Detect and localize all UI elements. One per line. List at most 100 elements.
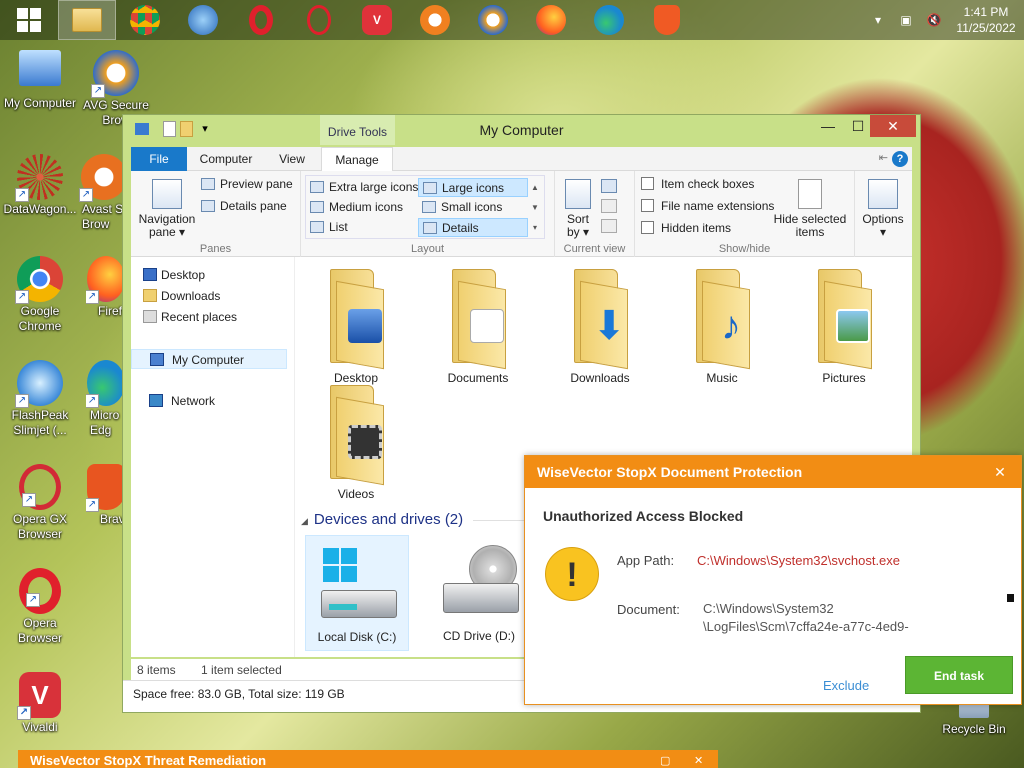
- nav-downloads[interactable]: Downloads: [131, 286, 287, 306]
- chrome-icon: [130, 5, 160, 35]
- layout-medium-icons[interactable]: Medium icons: [306, 198, 416, 217]
- folder-icon: [326, 269, 386, 370]
- details-pane-button[interactable]: Details pane: [201, 199, 287, 213]
- volume-muted-icon[interactable]: 🔇: [925, 11, 943, 29]
- nav-label: Recent places: [161, 310, 238, 324]
- layout-details[interactable]: Details: [418, 218, 528, 237]
- taskbar-file-explorer[interactable]: [58, 0, 116, 40]
- hide-selected-items-label: Hide selected items: [773, 212, 847, 239]
- taskbar-opera-gx[interactable]: [290, 0, 348, 40]
- taskbar-slimjet[interactable]: [174, 0, 232, 40]
- nav-desktop[interactable]: Desktop: [131, 265, 287, 285]
- hidden-items-checkbox[interactable]: Hidden items: [641, 221, 731, 235]
- drive-local-disk-c[interactable]: Local Disk (C:): [305, 535, 409, 651]
- nav-my-computer[interactable]: My Computer: [131, 349, 287, 369]
- preview-pane-button[interactable]: Preview pane: [201, 177, 293, 191]
- desktop-icon-label: Google Chrome: [18, 304, 62, 333]
- layout-list[interactable]: List: [306, 218, 416, 237]
- tab-view[interactable]: View: [265, 147, 319, 171]
- group-label-current-view: Current view: [563, 243, 626, 255]
- chevron-up-icon[interactable]: ▾: [869, 11, 887, 29]
- taskbar-vivaldi[interactable]: V: [348, 0, 406, 40]
- folder-documents[interactable]: Documents: [423, 269, 533, 385]
- computer-icon: [150, 353, 164, 366]
- folder-label: Videos: [337, 487, 375, 501]
- taskbar-chrome[interactable]: [116, 0, 174, 40]
- app-path-label: App Path:: [617, 553, 675, 568]
- pin-ribbon-icon[interactable]: ⇤: [879, 151, 888, 164]
- taskbar-edge[interactable]: [580, 0, 638, 40]
- hide-selected-items-button[interactable]: Hide selected items: [773, 179, 847, 239]
- nav-recent-places[interactable]: Recent places: [131, 307, 287, 327]
- item-check-boxes-checkbox[interactable]: Item check boxes: [641, 177, 754, 191]
- tab-file[interactable]: File: [131, 147, 187, 171]
- exclude-link[interactable]: Exclude: [823, 678, 869, 693]
- tab-manage[interactable]: Manage: [321, 147, 393, 171]
- maximize-button[interactable]: ☐: [844, 115, 872, 137]
- layout-scroll-buttons[interactable]: ▲ ▼ ▾: [528, 178, 542, 238]
- taskbar-brave[interactable]: [638, 0, 696, 40]
- desktop-icon-opera[interactable]: ↗ Opera Browser: [0, 568, 80, 646]
- options-button[interactable]: Options ▾: [859, 179, 907, 239]
- help-icon[interactable]: ?: [892, 151, 908, 167]
- layout-label: List: [329, 220, 348, 234]
- desktop-icon-flashpeak-slimjet[interactable]: ↗ FlashPeak Slimjet (...: [0, 360, 80, 438]
- checkbox-icon: [641, 177, 654, 190]
- folder-downloads[interactable]: ⬇ Downloads: [545, 269, 655, 385]
- desktop-icon-datawagon[interactable]: ↗ DataWagon...: [0, 154, 80, 217]
- sort-by-button[interactable]: Sort by ▾: [561, 179, 595, 239]
- end-task-button[interactable]: End task: [905, 656, 1013, 694]
- folder-videos[interactable]: Videos: [301, 385, 411, 501]
- close-button[interactable]: ✕: [870, 115, 916, 137]
- alert-close-button[interactable]: ✕: [979, 456, 1021, 488]
- folder-label: Desktop: [333, 371, 379, 385]
- edge-icon: [594, 5, 624, 35]
- desktop-icon-brave[interactable]: ↗ Brav: [86, 464, 126, 527]
- group-header-label: Devices and drives (2): [313, 511, 464, 528]
- edge-icon: ↗: [86, 360, 125, 408]
- scroll-indicator[interactable]: [1007, 594, 1014, 602]
- start-button[interactable]: [0, 0, 58, 40]
- taskbar-avast[interactable]: [406, 0, 464, 40]
- layout-label: Small icons: [441, 200, 503, 214]
- remediation-minimize-button[interactable]: ▢: [660, 750, 670, 768]
- devices-and-drives-header[interactable]: ◢ Devices and drives (2): [301, 511, 534, 528]
- desktop-icon-my-computer[interactable]: My Computer: [0, 50, 80, 111]
- datawagon-icon: ↗: [15, 154, 63, 202]
- drive-cd-d[interactable]: CD Drive (D:): [427, 535, 531, 651]
- nav-network[interactable]: Network: [131, 391, 287, 411]
- folder-pictures[interactable]: Pictures: [789, 269, 899, 385]
- group-by-icon[interactable]: [601, 179, 617, 193]
- layout-extra-large-icons[interactable]: Extra large icons: [306, 178, 418, 197]
- add-columns-icon[interactable]: [601, 199, 617, 213]
- taskbar-avg[interactable]: [464, 0, 522, 40]
- brave-icon: [654, 5, 680, 35]
- layout-large-icons[interactable]: Large icons: [418, 178, 528, 197]
- explorer-titlebar[interactable]: ▾ Drive Tools My Computer — ☐ ✕: [123, 115, 920, 145]
- folder-music[interactable]: ♪ Music: [667, 269, 777, 385]
- layout-small-icons[interactable]: Small icons: [418, 198, 528, 217]
- remediation-close-button[interactable]: ✕: [694, 750, 703, 768]
- desktop-icon-opera-gx[interactable]: ↗ Opera GX Browser: [0, 464, 80, 542]
- size-columns-icon[interactable]: [601, 219, 617, 233]
- alert-header: WiseVector StopX Document Protection ✕: [525, 456, 1021, 488]
- item-count: 8 items: [137, 663, 176, 677]
- file-name-extensions-checkbox[interactable]: File name extensions: [641, 199, 774, 213]
- downloads-icon: [143, 289, 157, 302]
- folder-desktop[interactable]: Desktop: [301, 269, 411, 385]
- desktop-icon-firefox[interactable]: ↗ Firef: [86, 256, 126, 319]
- tab-computer[interactable]: Computer: [191, 147, 261, 171]
- desktop-icon-label: Micro Edg: [90, 408, 120, 437]
- minimize-button[interactable]: —: [814, 115, 842, 137]
- folder-label: Downloads: [570, 371, 630, 385]
- clock[interactable]: 1:41 PM 11/25/2022: [948, 4, 1024, 36]
- navigation-pane-button[interactable]: Navigation pane ▾: [137, 179, 197, 239]
- desktop-badge-icon: [348, 309, 382, 343]
- desktop-icon-microsoft-edge[interactable]: ↗ Micro Edg: [86, 360, 126, 438]
- taskbar-firefox[interactable]: [522, 0, 580, 40]
- desktop-icon-vivaldi[interactable]: V ↗ Vivaldi: [0, 672, 80, 735]
- taskbar-opera[interactable]: [232, 0, 290, 40]
- network-icon[interactable]: ▣: [897, 11, 915, 29]
- details-pane-label: Details pane: [220, 199, 287, 213]
- desktop-icon-google-chrome[interactable]: ↗ Google Chrome: [0, 256, 80, 334]
